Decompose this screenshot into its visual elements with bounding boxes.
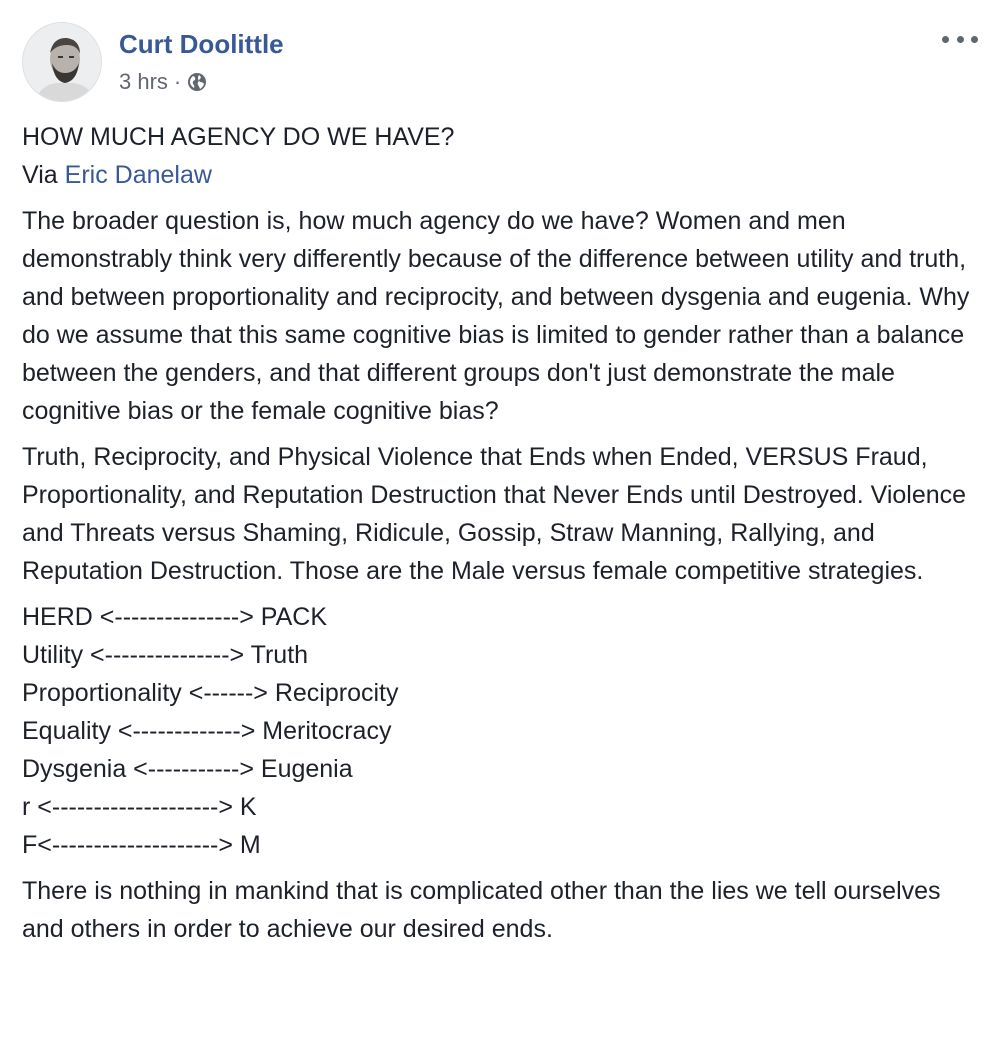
ellipsis-icon-dot	[971, 35, 978, 43]
facebook-post: Curt Doolittle 3 hrs · HOW MUCH AGENCY D…	[0, 0, 1000, 1062]
author-name-link[interactable]: Curt Doolittle	[119, 28, 284, 60]
post-title: HOW MUCH AGENCY DO WE HAVE?	[22, 123, 455, 151]
dichotomy-line: Utility <---------------> Truth	[22, 641, 309, 669]
post-meta: 3 hrs ·	[119, 68, 207, 96]
post-title-block: HOW MUCH AGENCY DO WE HAVE? Via Eric Dan…	[22, 118, 982, 194]
mention-link-eric-danelaw[interactable]: Eric Danelaw	[65, 161, 212, 189]
meta-separator: ·	[173, 69, 182, 94]
dichotomy-line: r <--------------------> K	[22, 793, 257, 821]
post-header: Curt Doolittle 3 hrs ·	[22, 22, 978, 104]
paragraph-1: The broader question is, how much agency…	[22, 207, 970, 425]
globe-icon[interactable]	[187, 72, 207, 92]
avatar[interactable]	[22, 22, 102, 102]
dichotomy-line: F<--------------------> M	[22, 831, 261, 859]
dichotomy-line: HERD <---------------> PACK	[22, 603, 328, 631]
dichotomy-list: HERD <---------------> PACK Utility <---…	[22, 598, 982, 864]
ellipsis-icon-dot	[942, 35, 949, 43]
ellipsis-icon-dot	[956, 35, 964, 43]
dichotomy-line: Dysgenia <-----------> Eugenia	[22, 755, 353, 783]
via-prefix: Via	[22, 161, 65, 189]
avatar-image	[23, 23, 101, 101]
timestamp-link[interactable]: 3 hrs	[119, 68, 168, 96]
dichotomy-line: Equality <-------------> Meritocracy	[22, 717, 392, 745]
paragraph-3: There is nothing in mankind that is comp…	[22, 877, 941, 943]
paragraph-2: Truth, Reciprocity, and Physical Violenc…	[22, 443, 967, 585]
post-body: HOW MUCH AGENCY DO WE HAVE? Via Eric Dan…	[22, 118, 982, 956]
dichotomy-line: Proportionality <------> Reciprocity	[22, 679, 399, 707]
more-options-button[interactable]	[942, 28, 978, 50]
